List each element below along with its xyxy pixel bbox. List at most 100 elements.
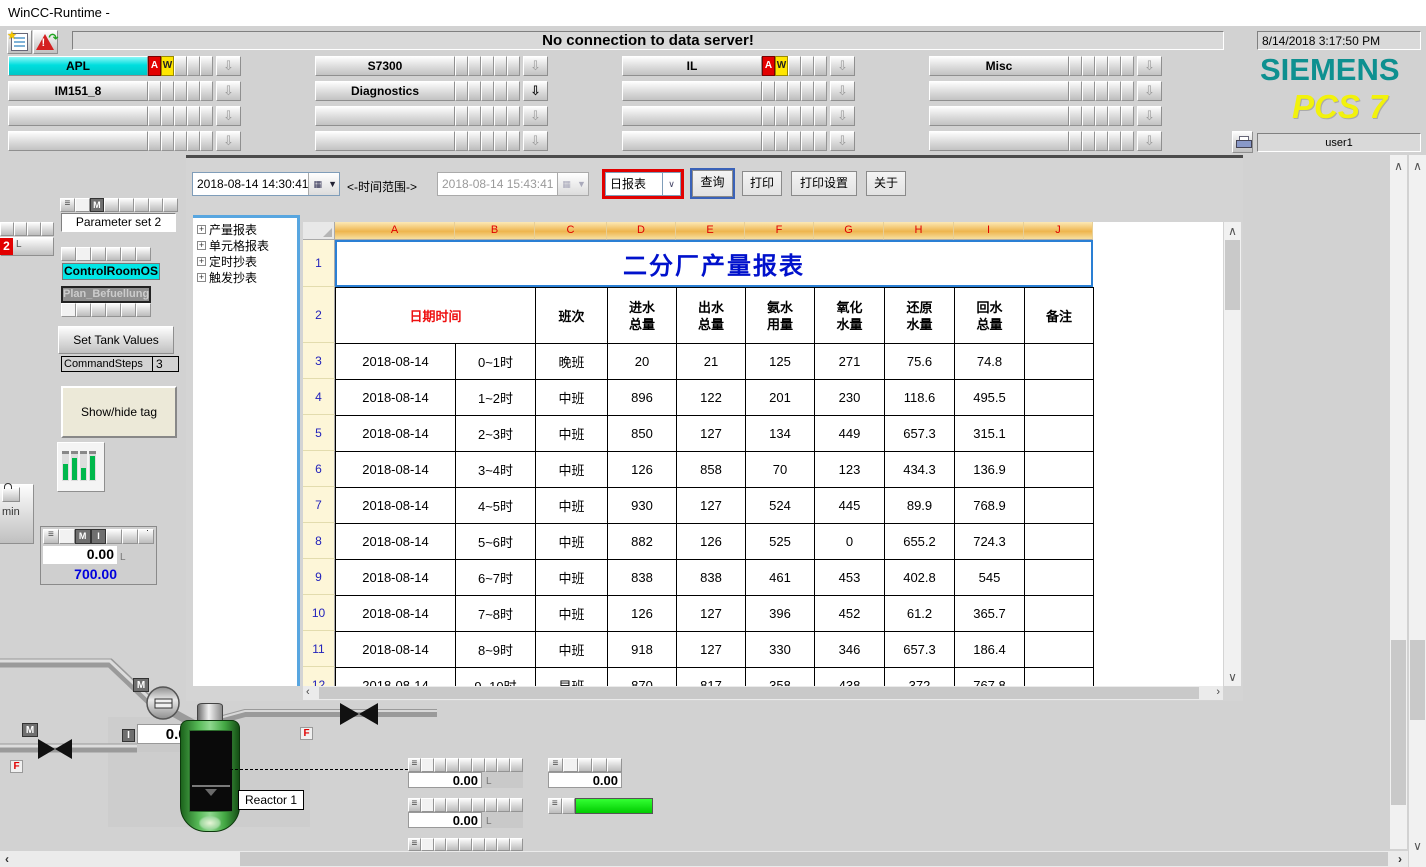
set-tank-values-button[interactable]: Set Tank Values bbox=[58, 326, 174, 354]
data-cell[interactable]: 0 bbox=[815, 524, 885, 560]
picture-down-arrow-icon[interactable]: ⇩ bbox=[523, 81, 548, 101]
nav-button-empty[interactable] bbox=[315, 131, 455, 151]
data-cell[interactable]: 186.4 bbox=[955, 632, 1025, 668]
status-cell[interactable] bbox=[187, 56, 200, 76]
status-cell[interactable] bbox=[148, 131, 161, 151]
tree-item[interactable]: +单元格报表 bbox=[193, 237, 297, 253]
strip-cell[interactable] bbox=[41, 222, 55, 236]
query-button[interactable]: 查询 bbox=[692, 170, 733, 197]
scroll-thumb[interactable] bbox=[1410, 640, 1425, 720]
status-cell[interactable] bbox=[1108, 56, 1121, 76]
status-cell[interactable] bbox=[788, 131, 801, 151]
status-cell[interactable] bbox=[494, 131, 507, 151]
nav-button-empty[interactable] bbox=[929, 131, 1069, 151]
status-cell[interactable] bbox=[788, 56, 801, 76]
data-cell[interactable]: 中班 bbox=[536, 380, 608, 416]
strip-cell[interactable] bbox=[485, 838, 498, 851]
data-cell[interactable]: 89.9 bbox=[885, 488, 955, 524]
picture-down-arrow-icon[interactable]: ⇩ bbox=[216, 106, 241, 126]
picture-down-arrow-icon[interactable]: ⇩ bbox=[1137, 131, 1162, 151]
data-cell[interactable] bbox=[1025, 668, 1094, 687]
nav-button-empty[interactable] bbox=[8, 106, 148, 126]
row-header[interactable]: 4 bbox=[303, 379, 335, 415]
flow-badge[interactable]: F bbox=[10, 760, 23, 773]
menu-icon[interactable]: ≡ bbox=[548, 758, 563, 772]
strip-cell[interactable] bbox=[607, 758, 622, 772]
status-cell[interactable] bbox=[148, 106, 161, 126]
strip-cell[interactable] bbox=[106, 529, 122, 544]
status-cell[interactable] bbox=[468, 56, 481, 76]
strip-cell[interactable] bbox=[472, 758, 485, 772]
data-cell[interactable] bbox=[1025, 596, 1094, 632]
status-cell[interactable] bbox=[481, 106, 494, 126]
status-cell[interactable] bbox=[174, 56, 187, 76]
faceplate-strip[interactable]: ≡ bbox=[408, 798, 523, 812]
faceplate-strip[interactable] bbox=[61, 247, 151, 261]
data-cell[interactable]: 74.8 bbox=[955, 344, 1025, 380]
status-cell[interactable] bbox=[1108, 81, 1121, 101]
data-cell[interactable]: 127 bbox=[677, 632, 746, 668]
data-cell[interactable]: 134 bbox=[746, 416, 815, 452]
data-cell[interactable]: 122 bbox=[677, 380, 746, 416]
data-cell[interactable]: 126 bbox=[608, 596, 677, 632]
status-cell[interactable] bbox=[1108, 106, 1121, 126]
volume-value[interactable]: 0.00 bbox=[408, 812, 482, 828]
reactor-vessel[interactable] bbox=[180, 720, 240, 832]
strip-cell[interactable] bbox=[459, 798, 472, 812]
picture-down-arrow-icon[interactable]: ⇩ bbox=[216, 131, 241, 151]
row-header[interactable]: 9 bbox=[303, 559, 335, 595]
data-cell[interactable]: 中班 bbox=[536, 560, 608, 596]
nav-button-empty[interactable] bbox=[622, 131, 762, 151]
status-cell[interactable] bbox=[814, 131, 827, 151]
picture-down-arrow-icon[interactable]: ⇩ bbox=[523, 56, 548, 76]
strip-cell[interactable] bbox=[472, 838, 485, 851]
picture-down-arrow-icon[interactable]: ⇩ bbox=[1137, 81, 1162, 101]
status-cell[interactable] bbox=[1069, 56, 1082, 76]
status-cell[interactable] bbox=[1069, 106, 1082, 126]
status-cell[interactable] bbox=[1095, 56, 1108, 76]
print-setup-button[interactable]: 打印设置 bbox=[791, 171, 857, 196]
status-cell[interactable] bbox=[494, 106, 507, 126]
motor-badge[interactable]: M bbox=[133, 678, 149, 692]
data-cell[interactable]: 495.5 bbox=[955, 380, 1025, 416]
strip-cell[interactable] bbox=[121, 303, 136, 317]
status-cell[interactable] bbox=[494, 81, 507, 101]
strip-cell[interactable] bbox=[434, 838, 447, 851]
about-button[interactable]: 关于 bbox=[866, 171, 906, 196]
status-cell[interactable] bbox=[507, 56, 520, 76]
status-cell[interactable] bbox=[1082, 131, 1095, 151]
data-cell[interactable]: 870 bbox=[608, 668, 677, 687]
indicator-badge[interactable]: I bbox=[122, 729, 135, 742]
data-cell[interactable]: 2018-08-14 bbox=[336, 452, 456, 488]
status-cell[interactable] bbox=[801, 56, 814, 76]
status-cell[interactable] bbox=[481, 56, 494, 76]
scroll-up-icon[interactable]: ∧ bbox=[1409, 159, 1426, 173]
tank-level-value[interactable]: 0.00 bbox=[43, 546, 117, 564]
faceplate-strip[interactable]: ≡ bbox=[408, 838, 523, 851]
header-date-cell[interactable]: 日期时间 bbox=[336, 288, 536, 344]
data-cell[interactable]: 中班 bbox=[536, 416, 608, 452]
faceplate-strip[interactable]: ≡ bbox=[548, 758, 622, 772]
status-cell[interactable] bbox=[507, 106, 520, 126]
strip-cell[interactable] bbox=[59, 529, 75, 544]
strip-cell[interactable] bbox=[497, 758, 510, 772]
status-cell[interactable] bbox=[1082, 81, 1095, 101]
nav-button-empty[interactable] bbox=[622, 81, 762, 101]
dropdown-arrow-icon[interactable]: ▼ bbox=[326, 173, 339, 195]
alarm-badge[interactable]: A bbox=[762, 56, 775, 76]
strip-cell[interactable] bbox=[163, 198, 178, 212]
column-header[interactable]: I bbox=[954, 222, 1024, 240]
strip-cell[interactable] bbox=[106, 303, 121, 317]
scroll-right-icon[interactable]: › bbox=[1398, 852, 1402, 866]
data-cell[interactable]: 838 bbox=[677, 560, 746, 596]
strip-cell[interactable] bbox=[136, 303, 151, 317]
command-steps-value[interactable]: 3 bbox=[153, 356, 179, 372]
row-header[interactable]: 6 bbox=[303, 451, 335, 487]
scroll-right-icon[interactable]: › bbox=[1216, 686, 1220, 698]
picture-down-arrow-icon[interactable]: ⇩ bbox=[523, 106, 548, 126]
status-cell[interactable] bbox=[481, 81, 494, 101]
data-cell[interactable]: 61.2 bbox=[885, 596, 955, 632]
tree-item[interactable]: +触发抄表 bbox=[193, 269, 297, 285]
expand-plus-icon[interactable]: + bbox=[197, 241, 206, 250]
motor-badge[interactable]: M bbox=[90, 198, 105, 212]
